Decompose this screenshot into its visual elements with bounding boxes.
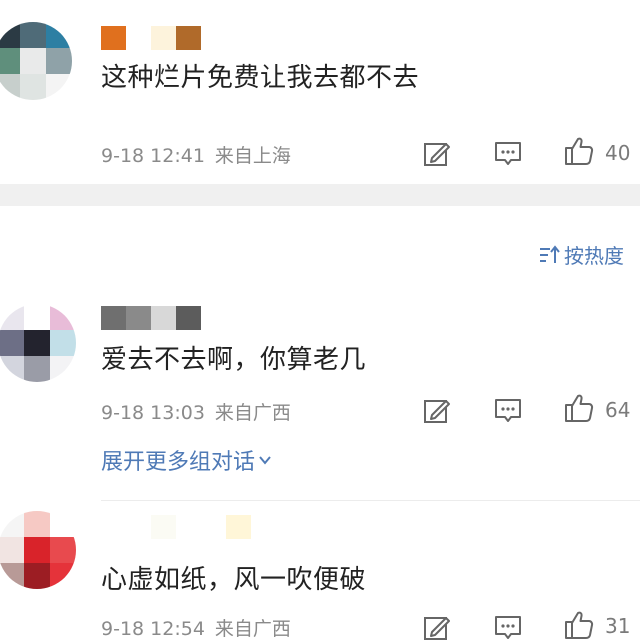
- edit-icon[interactable]: [422, 612, 452, 642]
- sort-label: 按热度: [564, 244, 624, 268]
- avatar[interactable]: [0, 22, 72, 100]
- avatar[interactable]: [0, 511, 76, 589]
- comment-icon[interactable]: [493, 138, 523, 168]
- chevron-down-icon: [259, 456, 271, 465]
- edit-icon[interactable]: [422, 395, 452, 425]
- comment-text: 爱去不去啊，你算老几: [101, 345, 367, 375]
- comment-time: 9-18 12:41: [101, 145, 205, 167]
- edit-icon[interactable]: [422, 138, 452, 168]
- username-pixelated[interactable]: [101, 515, 251, 539]
- username-pixelated[interactable]: [101, 306, 201, 330]
- row-separator: [101, 500, 640, 501]
- comment-text: 心虚如纸，风一吹便破: [101, 565, 367, 595]
- thumbs-up-icon[interactable]: [564, 136, 594, 166]
- thumbs-up-icon[interactable]: [564, 393, 594, 423]
- like-count: 64: [605, 398, 631, 422]
- like-count: 31: [605, 614, 631, 638]
- expand-conversation-link[interactable]: 展开更多组对话: [101, 444, 273, 476]
- thumbs-up-icon[interactable]: [564, 610, 594, 640]
- like-count: 40: [605, 141, 631, 165]
- comment-meta: 9-18 12:54 来自广西: [101, 614, 301, 641]
- comment-icon[interactable]: [493, 395, 523, 425]
- comment-time: 9-18 13:03: [101, 402, 205, 424]
- comment-location: 来自上海: [214, 145, 291, 167]
- comment-text: 这种烂片免费让我去都不去: [101, 63, 420, 93]
- comment-location: 来自广西: [214, 402, 291, 424]
- sort-icon: [540, 244, 560, 263]
- comment-location: 来自广西: [214, 618, 291, 640]
- avatar[interactable]: [0, 304, 76, 382]
- username-pixelated[interactable]: [101, 26, 201, 50]
- sort-toggle[interactable]: 按热度: [538, 240, 624, 269]
- comment-meta: 9-18 13:03 来自广西: [101, 398, 301, 425]
- section-divider: [0, 184, 640, 206]
- expand-label: 展开更多组对话: [101, 450, 256, 475]
- comment-meta: 9-18 12:41 来自上海: [101, 141, 301, 168]
- comment-icon[interactable]: [493, 612, 523, 642]
- comment-time: 9-18 12:54: [101, 618, 205, 640]
